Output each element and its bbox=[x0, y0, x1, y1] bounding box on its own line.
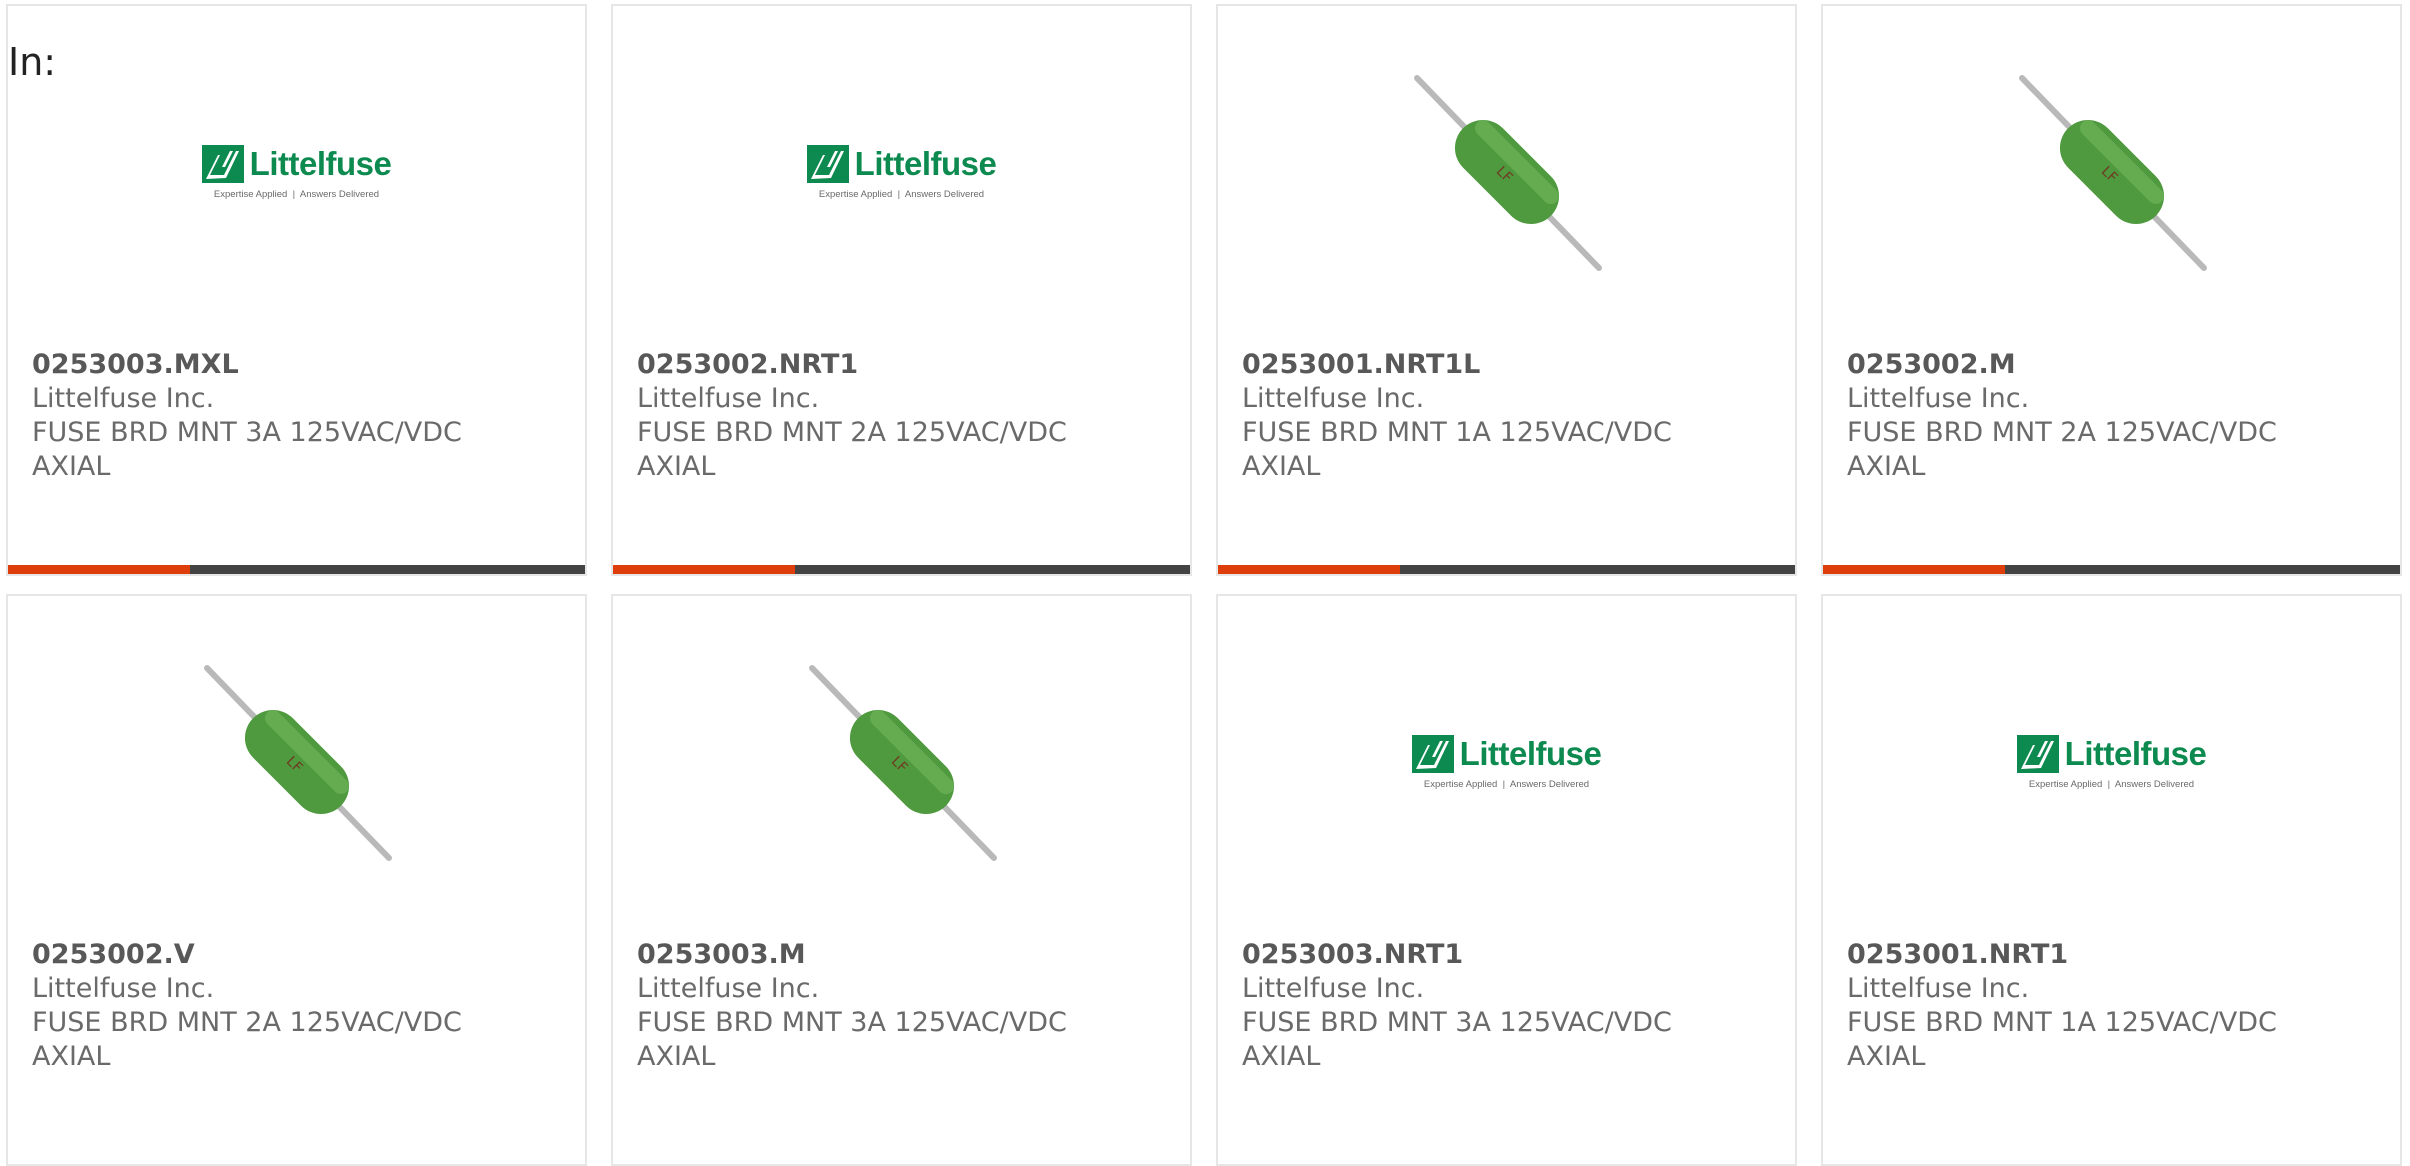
product-card[interactable]: Littelfuse Expertise Applied | Answers D… bbox=[1216, 594, 1797, 1166]
description: FUSE BRD MNT 2A 125VAC/VDC bbox=[637, 417, 1067, 448]
card-accent-bar bbox=[1823, 565, 2005, 574]
product-image[interactable]: Littelfuse Expertise Applied | Answers D… bbox=[197, 72, 397, 272]
part-number[interactable]: 0253001.NRT1L bbox=[1242, 348, 1771, 382]
card-accent-bar bbox=[613, 565, 795, 574]
product-grid: Littelfuse Expertise Applied | Answers D… bbox=[6, 4, 2402, 1166]
product-info: 0253003.M Littelfuse Inc. FUSE BRD MNT 3… bbox=[637, 938, 1166, 1074]
manufacturer: Littelfuse Inc. bbox=[32, 973, 215, 1004]
page-heading: In: bbox=[8, 40, 57, 84]
part-number[interactable]: 0253003.MXL bbox=[32, 348, 561, 382]
logo-tagline: Expertise Applied | Answers Delivered bbox=[213, 188, 380, 200]
part-number[interactable]: 0253002.M bbox=[1847, 348, 2376, 382]
product-image[interactable]: Littelfuse Expertise Applied | Answers D… bbox=[802, 72, 1002, 272]
card-footer-bar bbox=[8, 565, 585, 574]
description-package: AXIAL bbox=[1847, 1041, 1926, 1072]
product-info: 0253002.NRT1 Littelfuse Inc. FUSE BRD MN… bbox=[637, 348, 1166, 484]
littelfuse-logo: Littelfuse Expertise Applied | Answers D… bbox=[802, 144, 1002, 200]
product-image[interactable]: Littelfuse Expertise Applied | Answers D… bbox=[2012, 662, 2212, 862]
description: FUSE BRD MNT 3A 125VAC/VDC bbox=[637, 1007, 1067, 1038]
manufacturer: Littelfuse Inc. bbox=[1242, 383, 1425, 414]
product-info: 0253001.NRT1L Littelfuse Inc. FUSE BRD M… bbox=[1242, 348, 1771, 484]
description-package: AXIAL bbox=[1847, 451, 1926, 482]
product-info: 0253002.V Littelfuse Inc. FUSE BRD MNT 2… bbox=[32, 938, 561, 1074]
logo-wordmark: Littelfuse bbox=[249, 144, 392, 182]
axial-fuse-icon: LF bbox=[1413, 75, 1602, 271]
littelfuse-logo: Littelfuse Expertise Applied | Answers D… bbox=[197, 144, 397, 200]
card-accent-bar bbox=[8, 565, 190, 574]
product-info: 0253001.NRT1 Littelfuse Inc. FUSE BRD MN… bbox=[1847, 938, 2376, 1074]
description: FUSE BRD MNT 3A 125VAC/VDC bbox=[1242, 1007, 1672, 1038]
product-card[interactable]: LF 0253002.V Littelfuse Inc. FUSE BRD MN… bbox=[6, 594, 587, 1166]
product-card[interactable]: LF 0253001.NRT1L Littelfuse Inc. FUSE BR… bbox=[1216, 4, 1797, 576]
manufacturer: Littelfuse Inc. bbox=[637, 383, 820, 414]
littelfuse-logo-mark-icon bbox=[806, 144, 849, 183]
part-number[interactable]: 0253002.NRT1 bbox=[637, 348, 1166, 382]
product-image[interactable]: LF bbox=[802, 662, 1002, 862]
product-image[interactable]: LF bbox=[197, 662, 397, 862]
littelfuse-logo: Littelfuse Expertise Applied | Answers D… bbox=[2012, 734, 2212, 790]
product-image[interactable]: LF bbox=[1407, 72, 1607, 272]
logo-tagline: Expertise Applied | Answers Delivered bbox=[1423, 778, 1590, 790]
manufacturer: Littelfuse Inc. bbox=[637, 973, 820, 1004]
card-footer-bar bbox=[1218, 565, 1795, 574]
part-number[interactable]: 0253003.NRT1 bbox=[1242, 938, 1771, 972]
product-info: 0253002.M Littelfuse Inc. FUSE BRD MNT 2… bbox=[1847, 348, 2376, 484]
logo-tagline: Expertise Applied | Answers Delivered bbox=[2028, 778, 2195, 790]
manufacturer: Littelfuse Inc. bbox=[1847, 973, 2030, 1004]
description-package: AXIAL bbox=[1242, 451, 1321, 482]
product-image[interactable]: Littelfuse Expertise Applied | Answers D… bbox=[1407, 662, 1607, 862]
littelfuse-logo: Littelfuse Expertise Applied | Answers D… bbox=[1407, 734, 1607, 790]
description: FUSE BRD MNT 3A 125VAC/VDC bbox=[32, 417, 462, 448]
part-number[interactable]: 0253001.NRT1 bbox=[1847, 938, 2376, 972]
part-number[interactable]: 0253002.V bbox=[32, 938, 561, 972]
product-info: 0253003.MXL Littelfuse Inc. FUSE BRD MNT… bbox=[32, 348, 561, 484]
logo-tagline: Expertise Applied | Answers Delivered bbox=[818, 188, 985, 200]
part-number[interactable]: 0253003.M bbox=[637, 938, 1166, 972]
description: FUSE BRD MNT 1A 125VAC/VDC bbox=[1847, 1007, 2277, 1038]
card-footer-bar bbox=[1823, 565, 2400, 574]
littelfuse-logo-mark-icon bbox=[2016, 734, 2059, 773]
description: FUSE BRD MNT 2A 125VAC/VDC bbox=[32, 1007, 462, 1038]
manufacturer: Littelfuse Inc. bbox=[1242, 973, 1425, 1004]
card-accent-bar bbox=[1218, 565, 1400, 574]
product-card[interactable]: Littelfuse Expertise Applied | Answers D… bbox=[6, 4, 587, 576]
axial-fuse-icon: LF bbox=[203, 665, 392, 861]
product-card[interactable]: LF 0253002.M Littelfuse Inc. FUSE BRD MN… bbox=[1821, 4, 2402, 576]
logo-wordmark: Littelfuse bbox=[2064, 734, 2207, 772]
card-footer-bar bbox=[613, 565, 1190, 574]
product-image[interactable]: LF bbox=[2012, 72, 2212, 272]
description-package: AXIAL bbox=[32, 451, 111, 482]
product-info: 0253003.NRT1 Littelfuse Inc. FUSE BRD MN… bbox=[1242, 938, 1771, 1074]
product-card[interactable]: LF 0253003.M Littelfuse Inc. FUSE BRD MN… bbox=[611, 594, 1192, 1166]
axial-fuse-icon: LF bbox=[2018, 75, 2207, 271]
description-package: AXIAL bbox=[1242, 1041, 1321, 1072]
description-package: AXIAL bbox=[637, 1041, 716, 1072]
axial-fuse-icon: LF bbox=[808, 665, 997, 861]
logo-wordmark: Littelfuse bbox=[854, 144, 997, 182]
description-package: AXIAL bbox=[637, 451, 716, 482]
manufacturer: Littelfuse Inc. bbox=[32, 383, 215, 414]
product-card[interactable]: Littelfuse Expertise Applied | Answers D… bbox=[1821, 594, 2402, 1166]
littelfuse-logo-mark-icon bbox=[201, 144, 244, 183]
product-card[interactable]: Littelfuse Expertise Applied | Answers D… bbox=[611, 4, 1192, 576]
description: FUSE BRD MNT 1A 125VAC/VDC bbox=[1242, 417, 1672, 448]
logo-wordmark: Littelfuse bbox=[1459, 734, 1602, 772]
description: FUSE BRD MNT 2A 125VAC/VDC bbox=[1847, 417, 2277, 448]
manufacturer: Littelfuse Inc. bbox=[1847, 383, 2030, 414]
littelfuse-logo-mark-icon bbox=[1411, 734, 1454, 773]
description-package: AXIAL bbox=[32, 1041, 111, 1072]
